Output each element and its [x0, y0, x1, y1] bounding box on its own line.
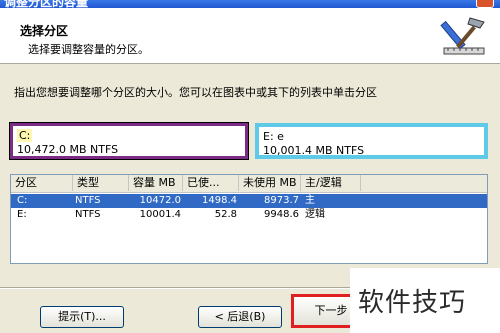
cell-partition: E:	[17, 209, 27, 220]
window-title: 调整分区的容量	[4, 0, 89, 8]
cell-used: 52.8	[214, 209, 237, 220]
watermark-text: 软件技巧	[358, 288, 467, 318]
cell-partition: C:	[17, 195, 28, 206]
ruler-tool-icon	[440, 17, 485, 55]
column-header-used[interactable]: 已使...	[183, 175, 239, 191]
hint-button[interactable]: 提示(T)...	[40, 306, 124, 328]
column-header-unused[interactable]: 未使用 MB	[239, 175, 301, 191]
column-header-type[interactable]: 类型	[73, 175, 129, 191]
table-row[interactable]: C: NTFS 10472.0 1498.4 8973.7 主	[11, 194, 487, 208]
partition-name: E: e	[263, 130, 284, 143]
cell-unused: 9948.6	[264, 209, 299, 220]
cell-unused: 8973.7	[264, 195, 299, 206]
table-row[interactable]: E: NTFS 10001.4 52.8 9948.6 逻辑	[11, 208, 487, 222]
cell-type: NTFS	[75, 195, 101, 206]
watermark: 软件技巧	[350, 268, 500, 333]
cell-type: NTFS	[75, 209, 101, 220]
cell-primary-logical: 逻辑	[305, 209, 325, 220]
cell-capacity: 10001.4	[139, 209, 181, 220]
partition-list[interactable]: 分区 类型 容量 MB 已使... 未使用 MB 主/逻辑 C: NTFS 10…	[10, 174, 488, 264]
title-bar: 调整分区的容量	[0, 0, 500, 8]
cell-capacity: 10472.0	[139, 195, 181, 206]
partition-info: 10,001.4 MB NTFS	[263, 144, 365, 157]
partition-c-block[interactable]: C: 10,472.0 MB NTFS	[9, 122, 249, 160]
cell-used: 1498.4	[202, 195, 237, 206]
page-subtitle: 选择要调整容量的分区。	[28, 43, 149, 56]
list-header: 分区 类型 容量 MB 已使... 未使用 MB 主/逻辑	[11, 175, 487, 193]
close-button[interactable]	[476, 0, 494, 8]
cell-primary-logical: 主	[305, 195, 315, 206]
column-header-partition[interactable]: 分区	[11, 175, 73, 191]
column-header-capacity[interactable]: 容量 MB	[129, 175, 183, 191]
instruction-text: 指出您想要调整哪个分区的大小。您可以在图表中或其下的列表中单击分区	[14, 86, 377, 99]
partition-info: 10,472.0 MB NTFS	[17, 143, 119, 156]
back-button[interactable]: < 后退(B)	[198, 306, 282, 328]
page-title: 选择分区	[20, 24, 69, 38]
column-header-primary-logical[interactable]: 主/逻辑	[301, 175, 361, 191]
partition-e-block[interactable]: E: e 10,001.4 MB NTFS	[255, 123, 488, 159]
partition-name: C:	[17, 129, 33, 142]
wizard-header: 选择分区 选择要调整容量的分区。	[0, 8, 500, 64]
